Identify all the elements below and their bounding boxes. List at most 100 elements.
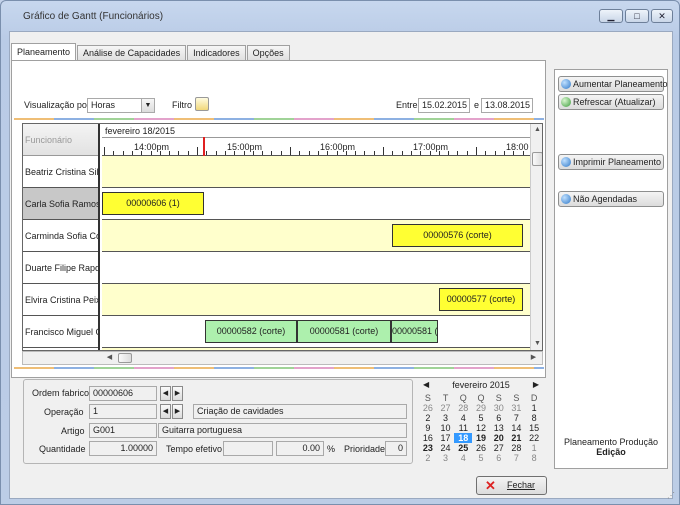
timeline-row[interactable]: 00000577 (corte) <box>102 284 530 316</box>
order-field[interactable]: 00000606 <box>89 386 157 401</box>
scroll-left-icon[interactable]: ◀ <box>103 352 116 364</box>
start-date-field[interactable]: 15.02.2015 <box>418 98 470 113</box>
calendar-day[interactable]: 12 <box>472 423 490 433</box>
calendar-day[interactable]: 25 <box>454 443 472 453</box>
calendar-day[interactable]: 4 <box>454 413 472 423</box>
timeline-row[interactable]: 00000576 (corte) <box>102 220 530 252</box>
month-calendar[interactable]: ◀ fevereiro 2015 ▶ S T Q Q S S D 26 27 28 29 30 31 1 2… <box>419 380 543 465</box>
tab-3[interactable]: Opções <box>246 45 290 61</box>
calendar-day[interactable]: 22 <box>525 433 543 443</box>
next-month-icon[interactable]: ▶ <box>533 380 539 389</box>
prev-month-icon[interactable]: ◀ <box>423 380 429 389</box>
tab-1[interactable]: Análise de Capacidades <box>77 45 187 61</box>
effective-time-field[interactable] <box>223 441 273 456</box>
calendar-day[interactable]: 3 <box>437 413 455 423</box>
calendar-day[interactable]: 7 <box>508 453 526 463</box>
calendar-day[interactable]: 28 <box>454 403 472 413</box>
next-order-icon[interactable]: ▶ <box>172 386 183 401</box>
quantity-field[interactable]: 1.00000 <box>89 441 157 456</box>
vertical-scrollbar[interactable]: ▲ ▼ <box>530 124 542 350</box>
calendar-day[interactable]: 27 <box>490 443 508 453</box>
calendar-day[interactable]: 5 <box>472 413 490 423</box>
timeline-row[interactable] <box>102 252 530 284</box>
calendar-day[interactable]: 9 <box>419 423 437 433</box>
vertical-scroll-thumb[interactable] <box>532 152 542 166</box>
task-bar[interactable]: 00000576 (corte) <box>392 224 523 247</box>
calendar-day[interactable]: 1 <box>525 403 543 413</box>
timeline-row[interactable] <box>102 156 530 188</box>
article-field[interactable]: G001 <box>89 423 157 438</box>
calendar-day[interactable]: 2 <box>419 413 437 423</box>
horizontal-scrollbar[interactable]: ◀ ▶ <box>22 351 543 365</box>
employee-row[interactable]: Elvira Cristina Peixoto <box>23 284 98 316</box>
calendar-day[interactable]: 11 <box>454 423 472 433</box>
calendar-day[interactable]: 21 <box>508 433 526 443</box>
calendar-day[interactable]: 17 <box>437 433 455 443</box>
calendar-day[interactable]: 19 <box>472 433 490 443</box>
calendar-day[interactable]: 6 <box>490 453 508 463</box>
calendar-day[interactable]: 28 <box>508 443 526 453</box>
scroll-down-icon[interactable]: ▼ <box>531 338 542 350</box>
horizontal-scroll-thumb[interactable] <box>118 353 132 363</box>
employee-row[interactable]: Duarte Filipe Raposo <box>23 252 98 284</box>
scroll-right-icon[interactable]: ▶ <box>527 352 540 364</box>
calendar-day[interactable]: 2 <box>419 453 437 463</box>
minimize-icon[interactable]: ▁ <box>599 9 623 23</box>
calendar-day[interactable]: 1 <box>525 443 543 453</box>
calendar-day[interactable]: 14 <box>508 423 526 433</box>
calendar-day[interactable]: 6 <box>490 413 508 423</box>
calendar-day[interactable]: 27 <box>437 403 455 413</box>
employee-row[interactable]: Carminda Sofia Costa <box>23 220 98 252</box>
end-date-field[interactable]: 13.08.2015 <box>481 98 533 113</box>
calendar-day[interactable]: 8 <box>525 453 543 463</box>
refresh-button[interactable]: Refrescar (Atualizar) <box>558 94 664 110</box>
print-plan-button[interactable]: Imprimir Planeamento <box>558 154 664 170</box>
scroll-up-icon[interactable]: ▲ <box>531 124 542 136</box>
employee-row[interactable]: Francisco Miguel Gama <box>23 316 98 348</box>
percent-field[interactable]: 0.00 <box>276 441 324 456</box>
timeline-row[interactable]: 00000606 (1) <box>102 188 530 220</box>
increase-plan-button[interactable]: Aumentar Planeamento <box>558 76 668 92</box>
calendar-day[interactable]: 24 <box>437 443 455 453</box>
calendar-day[interactable]: 3 <box>437 453 455 463</box>
task-bar[interactable]: 00000577 (corte) <box>439 288 523 311</box>
calendar-day[interactable]: 16 <box>419 433 437 443</box>
calendar-day[interactable]: 13 <box>490 423 508 433</box>
employee-row[interactable]: Carla Sofia Ramos <box>23 188 98 220</box>
close-button[interactable]: ✕ Fechar <box>476 476 547 495</box>
task-bar[interactable]: 00000581 (corte) <box>297 320 391 343</box>
priority-field[interactable]: 0 <box>385 441 407 456</box>
calendar-day[interactable]: 7 <box>508 413 526 423</box>
calendar-day[interactable]: 30 <box>490 403 508 413</box>
calendar-day[interactable]: 18 <box>454 433 473 443</box>
not-scheduled-button[interactable]: Não Agendadas <box>558 191 664 207</box>
calendar-day[interactable]: 23 <box>419 443 437 453</box>
calendar-day[interactable]: 20 <box>490 433 508 443</box>
task-bar[interactable]: 00000581 (Cort <box>391 320 438 343</box>
calendar-day[interactable]: 10 <box>437 423 455 433</box>
filter-icon[interactable] <box>195 97 209 111</box>
prev-order-icon[interactable]: ◀ <box>160 386 171 401</box>
employee-row[interactable]: Beatriz Cristina Silva <box>23 156 98 188</box>
maximize-icon[interactable]: □ <box>625 9 649 23</box>
calendar-day[interactable]: 26 <box>472 443 490 453</box>
tab-0[interactable]: Planeamento <box>11 43 77 61</box>
task-bar[interactable]: 00000606 (1) <box>102 192 204 215</box>
calendar-day[interactable]: 15 <box>525 423 543 433</box>
view-by-select[interactable]: Horas ▼ <box>87 98 155 113</box>
chevron-down-icon[interactable]: ▼ <box>141 99 154 112</box>
calendar-day[interactable]: 4 <box>454 453 472 463</box>
calendar-day[interactable]: 5 <box>472 453 490 463</box>
next-operation-icon[interactable]: ▶ <box>172 404 183 419</box>
calendar-day[interactable]: 31 <box>508 403 526 413</box>
prev-operation-icon[interactable]: ◀ <box>160 404 171 419</box>
resize-grip-icon[interactable]: ⋰ <box>667 491 675 500</box>
timeline-row[interactable]: 00000582 (corte) 00000581 (corte) 00000581… <box>102 316 530 348</box>
close-icon[interactable]: ✕ <box>651 9 673 23</box>
calendar-day[interactable]: 26 <box>419 403 437 413</box>
operation-field[interactable]: 1 <box>89 404 157 419</box>
calendar-day[interactable]: 8 <box>525 413 543 423</box>
calendar-day[interactable]: 29 <box>472 403 490 413</box>
task-bar[interactable]: 00000582 (corte) <box>205 320 297 343</box>
tab-2[interactable]: Indicadores <box>187 45 246 61</box>
